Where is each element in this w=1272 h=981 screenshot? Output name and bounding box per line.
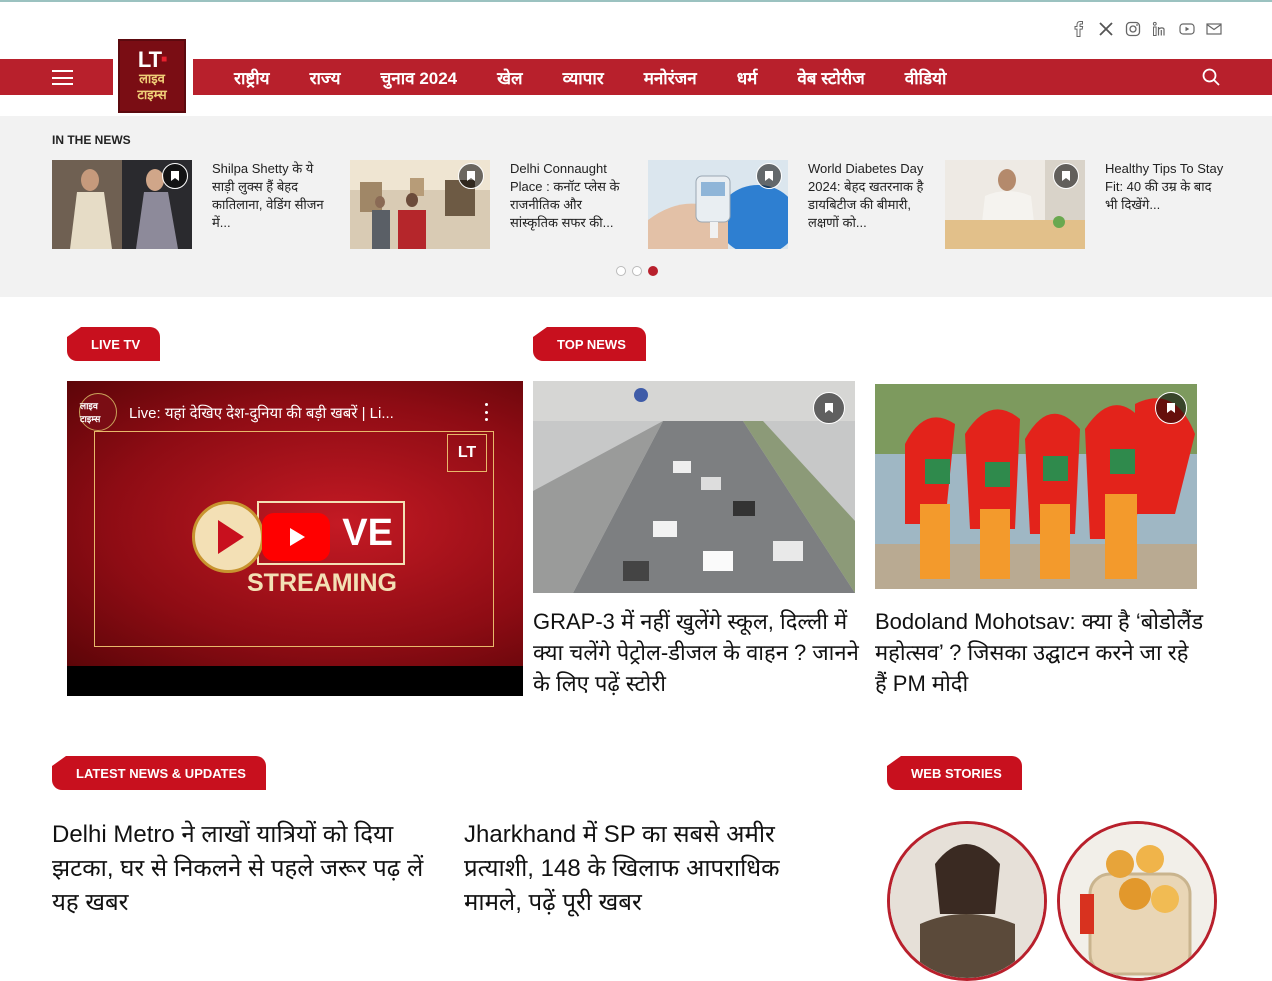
latest-news-title[interactable]: Delhi Metro ने लाखों यात्रियों को दिया झ…	[52, 818, 432, 920]
bookmark-icon[interactable]	[1155, 392, 1187, 424]
site-logo[interactable]: LT■ लाइव टाइम्स	[113, 37, 193, 115]
latest-news-tag[interactable]: LATEST NEWS & UPDATES	[52, 756, 266, 790]
search-icon[interactable]	[1202, 68, 1220, 86]
web-stories-tag[interactable]: WEB STORIES	[887, 756, 1022, 790]
top-news-title[interactable]: Bodoland Mohotsav: क्या है ‘बोडोलैंड महो…	[875, 606, 1205, 699]
live-tv-tag[interactable]: LIVE TV	[67, 327, 161, 361]
bookmark-icon[interactable]	[813, 392, 845, 424]
youtube-icon[interactable]	[1178, 20, 1195, 37]
card-title: Delhi Connaught Place : कनॉट प्लेस के रा…	[510, 161, 620, 230]
card-thumbnail	[648, 160, 788, 249]
instagram-icon[interactable]	[1124, 20, 1141, 37]
latest-news-title[interactable]: Jharkhand में SP का सबसे अमीर प्रत्याशी,…	[464, 818, 844, 920]
top-accent-line	[0, 0, 1272, 2]
carousel-dot-active[interactable]	[648, 266, 658, 276]
x-icon[interactable]	[1097, 20, 1114, 37]
menu-icon[interactable]	[52, 70, 73, 85]
top-news-title[interactable]: GRAP-3 में नहीं खुलेंगे स्कूल, दिल्ली मे…	[533, 606, 863, 699]
nav-item-national[interactable]: राष्ट्रीय	[234, 66, 270, 89]
card-title: Healthy Tips To Stay Fit: 40 की उम्र के …	[1105, 161, 1224, 212]
nav-item-states[interactable]: राज्य	[310, 66, 341, 89]
logo-mark: LT	[137, 47, 162, 72]
nav-item-religion[interactable]: धर्म	[737, 66, 758, 89]
logo-line-1: लाइव	[139, 71, 165, 86]
in-the-news-card[interactable]: Healthy Tips To Stay Fit: 40 की उम्र के …	[945, 160, 1235, 252]
top-news-image[interactable]	[533, 381, 855, 593]
in-the-news-card[interactable]: Delhi Connaught Place : कनॉट प्लेस के रा…	[350, 160, 640, 252]
live-play-graphic	[192, 501, 264, 573]
top-news-tag[interactable]: TOP NEWS	[533, 327, 646, 361]
nav-items: राष्ट्रीय राज्य चुनाव 2024 खेल व्यापार म…	[234, 59, 986, 95]
social-links	[1070, 20, 1222, 37]
carousel-dot[interactable]	[616, 266, 626, 276]
video-title[interactable]: Live: यहां देखिए देश-दुनिया की बड़ी खबरे…	[129, 403, 394, 423]
web-story-circle[interactable]	[887, 821, 1047, 981]
in-the-news-card[interactable]: Shilpa Shetty के ये साड़ी लुक्स हैं बेहद…	[52, 160, 342, 252]
in-the-news-heading: IN THE NEWS	[52, 133, 131, 147]
carousel-dot[interactable]	[632, 266, 642, 276]
streaming-text: STREAMING	[247, 569, 397, 597]
bookmark-icon[interactable]	[1053, 163, 1079, 189]
in-the-news-card[interactable]: World Diabetes Day 2024: बेहद खतरनाक है …	[648, 160, 938, 252]
nav-item-sports[interactable]: खेल	[497, 66, 522, 89]
nav-item-business[interactable]: व्यापार	[563, 66, 604, 89]
bookmark-icon[interactable]	[458, 163, 484, 189]
bookmark-icon[interactable]	[162, 163, 188, 189]
top-news-image[interactable]	[875, 384, 1197, 589]
facebook-icon[interactable]	[1070, 20, 1087, 37]
card-thumbnail	[350, 160, 490, 249]
card-thumbnail	[945, 160, 1085, 249]
bookmark-icon[interactable]	[756, 163, 782, 189]
nav-item-web-stories[interactable]: वेब स्टोरीज	[797, 66, 864, 89]
nav-item-videos[interactable]: वीडियो	[905, 66, 947, 89]
card-title: Shilpa Shetty के ये साड़ी लुक्स हैं बेहद…	[212, 161, 324, 230]
nav-item-entertainment[interactable]: मनोरंजन	[644, 66, 697, 89]
live-video-player[interactable]: लाइव टाइम्स Live: यहां देखिए देश-दुनिया …	[67, 381, 523, 696]
nav-item-elections[interactable]: चुनाव 2024	[381, 66, 458, 89]
logo-line-2: टाइम्स	[137, 87, 167, 102]
card-thumbnail	[52, 160, 192, 249]
more-options-icon[interactable]	[481, 403, 491, 421]
in-the-news-carousel: IN THE NEWS Shilpa Shetty के ये साड़ी लु…	[0, 116, 1272, 297]
video-brand-mark: LT	[447, 434, 487, 472]
youtube-play-button[interactable]	[262, 513, 330, 561]
linkedin-icon[interactable]	[1151, 20, 1168, 37]
mail-icon[interactable]	[1205, 20, 1222, 37]
carousel-dots	[616, 266, 658, 276]
channel-avatar[interactable]: लाइव टाइम्स	[79, 393, 117, 431]
card-title: World Diabetes Day 2024: बेहद खतरनाक है …	[808, 161, 924, 230]
web-story-circle[interactable]	[1057, 821, 1217, 981]
